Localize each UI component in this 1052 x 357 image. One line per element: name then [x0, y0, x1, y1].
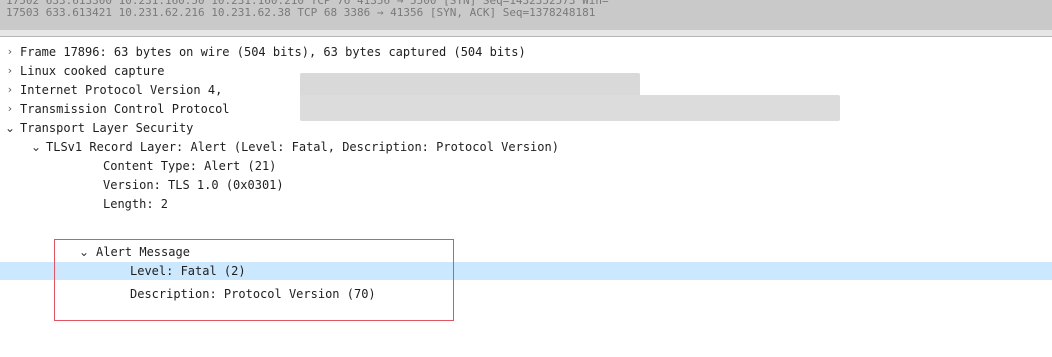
chevron-right-icon[interactable]: ›	[4, 43, 16, 61]
redacted-region	[300, 95, 840, 121]
annotation-highlight-box	[54, 239, 454, 321]
chevron-down-icon[interactable]: ⌄	[30, 138, 42, 156]
tree-row-label: Content Type: Alert (21)	[103, 159, 277, 173]
chevron-down-icon[interactable]: ⌄	[4, 119, 16, 137]
tree-row-label: Transport Layer Security	[20, 121, 194, 135]
tree-row-label: TLSv1 Record Layer: Alert (Level: Fatal,…	[46, 140, 559, 154]
tree-row-length[interactable]: Length: 2	[0, 195, 1052, 213]
tree-row-label: Length: 2	[103, 197, 169, 211]
packet-details-tree: › Frame 17896: 63 bytes on wire (504 bit…	[0, 36, 1052, 357]
tree-row-label: Internet Protocol Version 4,	[20, 83, 223, 97]
tree-row-frame[interactable]: › Frame 17896: 63 bytes on wire (504 bit…	[0, 43, 1052, 61]
tree-row-label: Frame 17896: 63 bytes on wire (504 bits)…	[20, 45, 526, 59]
tree-row-label: Linux cooked capture	[20, 64, 165, 78]
chevron-right-icon[interactable]: ›	[4, 81, 16, 99]
tree-row-label: Transmission Control Protocol	[20, 102, 230, 116]
chevron-right-icon[interactable]: ›	[4, 100, 16, 118]
tree-row-version[interactable]: Version: TLS 1.0 (0x0301)	[0, 176, 1052, 194]
packet-list-strip: 17502 633.613300 10.231.160.50 10.231.16…	[0, 0, 1052, 36]
chevron-right-icon[interactable]: ›	[4, 62, 16, 80]
tree-row-label: Version: TLS 1.0 (0x0301)	[103, 178, 284, 192]
tree-row-tls-record-layer[interactable]: ⌄ TLSv1 Record Layer: Alert (Level: Fata…	[0, 138, 1052, 156]
tree-row-content-type[interactable]: Content Type: Alert (21)	[0, 157, 1052, 175]
tree-row-tls[interactable]: ⌄ Transport Layer Security	[0, 119, 1052, 137]
